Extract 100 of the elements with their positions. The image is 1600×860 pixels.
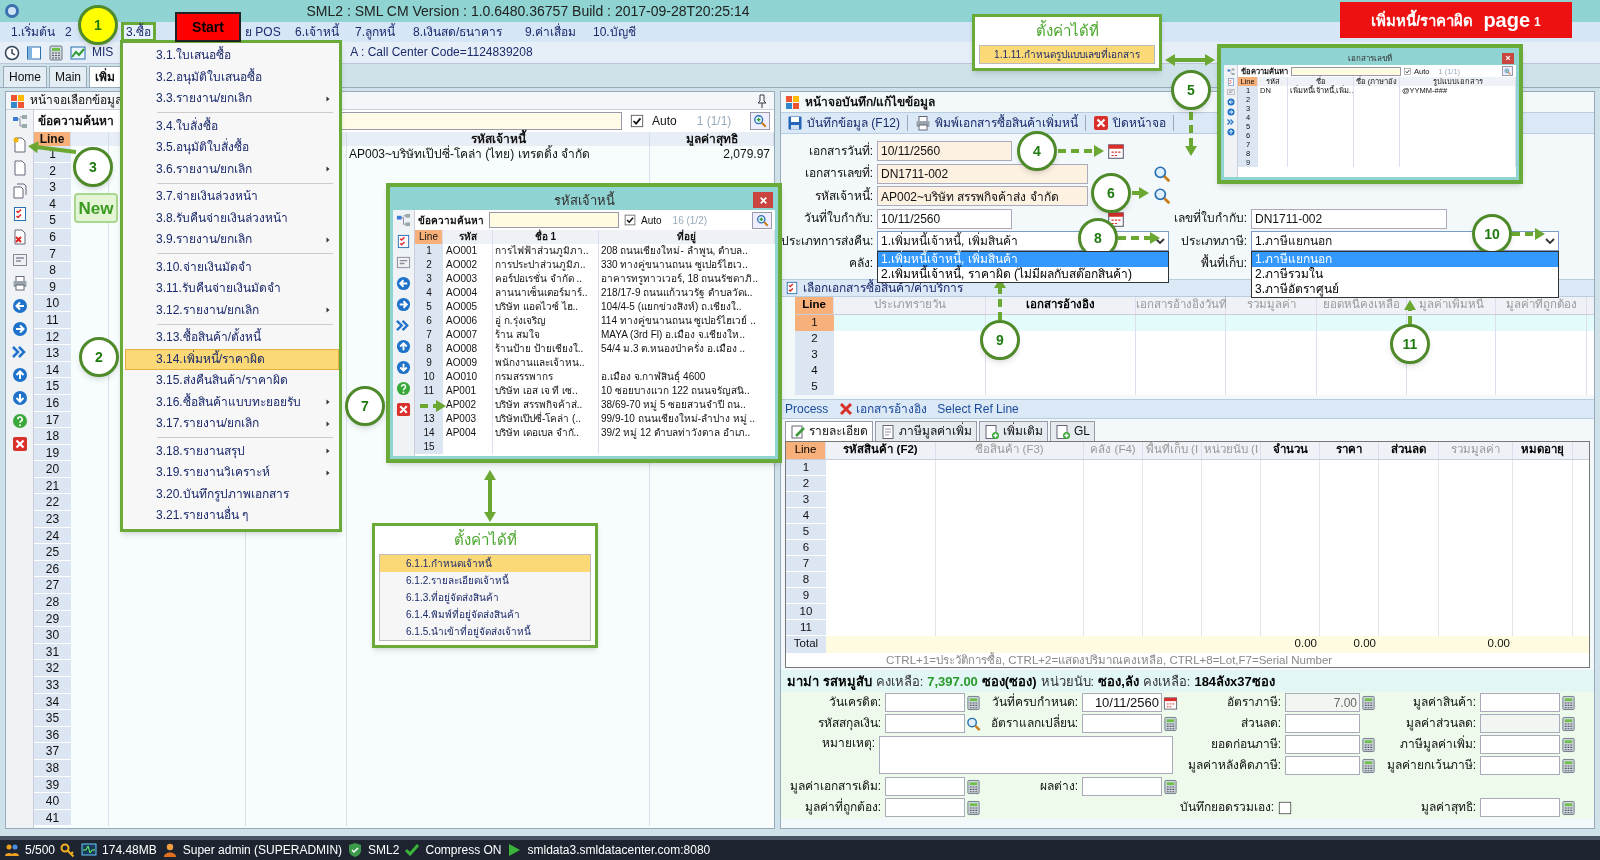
arrow-right-icon[interactable] bbox=[1226, 108, 1235, 116]
calculator-icon[interactable] bbox=[1361, 693, 1376, 712]
calculator-icon[interactable] bbox=[1561, 735, 1576, 754]
text-field[interactable]: 10/11/2560 bbox=[877, 208, 1012, 229]
table-row[interactable]: 5 bbox=[795, 379, 1594, 395]
calculator-icon[interactable] bbox=[1561, 798, 1576, 817]
checkbox[interactable] bbox=[1404, 67, 1411, 75]
menu-item[interactable]: 1.เริ่มต้น bbox=[6, 22, 60, 42]
menu-item[interactable]: 6.1.1.กำหนดเจ้าหนี้ bbox=[380, 555, 590, 572]
menu-item[interactable]: 1.1.11.กำหนดรูปแบบเลขที่เอกสาร bbox=[980, 46, 1154, 63]
text-field[interactable]: DN1711-002 bbox=[877, 163, 1088, 184]
printer-icon[interactable] bbox=[11, 275, 28, 291]
menu-item[interactable]: 3.19.รายงานวิเคราะห์ bbox=[125, 462, 339, 484]
menu-item[interactable]: 7.ลูกหนี้ bbox=[350, 22, 400, 42]
text-field[interactable] bbox=[1082, 777, 1162, 796]
column-header[interactable]: Line bbox=[34, 132, 71, 146]
text-field[interactable] bbox=[885, 777, 965, 796]
document-icon[interactable] bbox=[11, 160, 28, 176]
tab[interactable]: รายละเอียด bbox=[785, 421, 873, 441]
menu-item[interactable]: 3.1.ใบเสนอซื้อ bbox=[125, 45, 339, 67]
close-button[interactable] bbox=[753, 192, 773, 208]
text-field[interactable] bbox=[1480, 756, 1560, 775]
menu-item[interactable]: 9.ค่าเสื่อม bbox=[520, 22, 581, 42]
checklist-icon[interactable] bbox=[1226, 78, 1235, 86]
search-icon[interactable] bbox=[1153, 187, 1171, 206]
menu-item[interactable]: 3.14.เพิ่มหนี้/ราคาผิด bbox=[125, 348, 339, 370]
double-chevron-icon[interactable] bbox=[1226, 118, 1235, 126]
text-field[interactable] bbox=[1480, 735, 1560, 754]
arrow-up-icon[interactable] bbox=[396, 339, 411, 354]
checklist-icon[interactable] bbox=[396, 234, 411, 249]
column-header[interactable]: ส่วนลด bbox=[1379, 442, 1439, 459]
search-field[interactable] bbox=[1291, 66, 1401, 76]
search-button[interactable] bbox=[752, 211, 772, 229]
column-header[interactable]: Line bbox=[415, 230, 443, 244]
tab[interactable]: GL bbox=[1050, 421, 1095, 441]
text-field[interactable] bbox=[885, 798, 965, 817]
menu-item[interactable]: 3.2.อนุมัติใบเสนอซื้อ bbox=[125, 66, 339, 88]
text-field[interactable]: 10/11/2560 bbox=[1082, 693, 1162, 712]
help-icon[interactable] bbox=[396, 381, 411, 396]
table-row[interactable]: 1 bbox=[795, 315, 1594, 331]
column-header[interactable]: รหัสสินค้า (F2) bbox=[826, 442, 936, 459]
menu-item[interactable]: 3.6.รายงาน/ยกเลิก bbox=[125, 158, 339, 180]
column-header[interactable]: หมดอายุ bbox=[1513, 442, 1573, 459]
menu-item[interactable]: 3.18.รายงานสรุป bbox=[125, 440, 339, 462]
text-field[interactable] bbox=[1480, 798, 1560, 817]
toolbar-button[interactable]: พิมพ์เอกสารซื้อสินค้าเพิ่มหนี้ bbox=[913, 115, 1080, 131]
text-field[interactable]: AP002~บริษัท สรรพกิจค้าส่ง จำกัด bbox=[877, 186, 1088, 207]
arrow-left-icon[interactable] bbox=[1226, 98, 1235, 106]
arrow-right-icon[interactable] bbox=[11, 321, 28, 337]
calendar-icon[interactable] bbox=[1107, 142, 1125, 161]
arrow-down-icon[interactable] bbox=[396, 360, 411, 375]
tab[interactable]: เพิ่มเติม bbox=[979, 421, 1048, 441]
calculator-icon[interactable] bbox=[966, 798, 981, 817]
arrow-left-icon[interactable] bbox=[396, 276, 411, 291]
menu-item[interactable]: 6.1.3.ที่อยู่จัดส่งสินค้า bbox=[380, 589, 590, 606]
text-field[interactable] bbox=[885, 714, 965, 733]
text-field[interactable] bbox=[1480, 693, 1560, 712]
calculator-icon[interactable] bbox=[1561, 693, 1576, 712]
menu-item[interactable]: 3.7.จ่ายเงินล่วงหน้า bbox=[125, 186, 339, 208]
calculator-icon[interactable] bbox=[48, 44, 64, 61]
column-header[interactable]: จำนวน bbox=[1261, 442, 1320, 459]
calculator-icon[interactable] bbox=[1561, 756, 1576, 775]
menu-item[interactable]: 3.ซื้อ bbox=[121, 22, 156, 42]
dropdown-option[interactable]: 2.ภาษีรวมใน bbox=[1252, 267, 1558, 283]
delete-document-icon[interactable] bbox=[11, 229, 28, 245]
copy-icon[interactable] bbox=[11, 183, 28, 199]
dropdown-option[interactable]: 3.ภาษีอัตราศูนย์ bbox=[1252, 282, 1558, 298]
checkbox[interactable] bbox=[630, 114, 644, 128]
help-icon[interactable] bbox=[11, 413, 28, 429]
arrow-left-icon[interactable] bbox=[11, 298, 28, 314]
menu-item[interactable]: 2 bbox=[60, 22, 77, 42]
menu-item[interactable]: 3.20.บันทึกรูปภาพเอกสาร bbox=[125, 483, 339, 505]
arrow-up-icon[interactable] bbox=[1226, 128, 1235, 136]
search-button[interactable] bbox=[750, 112, 770, 130]
table-row[interactable]: 4 bbox=[795, 363, 1594, 379]
toolbar-button[interactable]: ปิดหน้าจอ bbox=[1091, 115, 1168, 131]
calculator-icon[interactable] bbox=[1361, 735, 1376, 754]
text-field[interactable] bbox=[885, 693, 965, 712]
text-field[interactable] bbox=[1285, 756, 1360, 775]
tab[interactable]: Home bbox=[3, 66, 47, 87]
tree-icon[interactable] bbox=[1226, 68, 1235, 76]
column-header[interactable]: มูลค่าสุทธิ bbox=[650, 132, 774, 146]
checklist-icon[interactable] bbox=[11, 206, 28, 222]
double-chevron-icon[interactable] bbox=[396, 318, 411, 333]
process-button[interactable]: เอกสารอ้างอิง bbox=[838, 401, 928, 417]
text-field[interactable] bbox=[1082, 714, 1162, 733]
column-header[interactable]: เอกสารอ้างอิง bbox=[986, 297, 1136, 314]
double-chevron-icon[interactable] bbox=[11, 344, 28, 360]
menu-item[interactable]: 3.9.รายงาน/ยกเลิก bbox=[125, 229, 339, 251]
column-header[interactable]: ชื่อ 1 bbox=[493, 230, 599, 244]
search-field[interactable] bbox=[489, 212, 619, 228]
tab[interactable]: Main bbox=[49, 66, 88, 87]
menu-item[interactable]: 3.21.รายงานอื่น ๆ bbox=[125, 505, 339, 527]
menu-item[interactable]: 10.บัญชี bbox=[588, 22, 641, 42]
menu-item[interactable]: ย POS bbox=[240, 22, 286, 42]
column-header[interactable]: Line bbox=[795, 297, 834, 314]
column-header[interactable]: ที่อยู่ bbox=[599, 230, 775, 244]
process-button[interactable]: Process bbox=[785, 401, 829, 417]
menu-item[interactable]: 3.11.รับคืนจ่ายเงินมัดจำ bbox=[125, 278, 339, 300]
tree-icon[interactable] bbox=[396, 213, 411, 228]
